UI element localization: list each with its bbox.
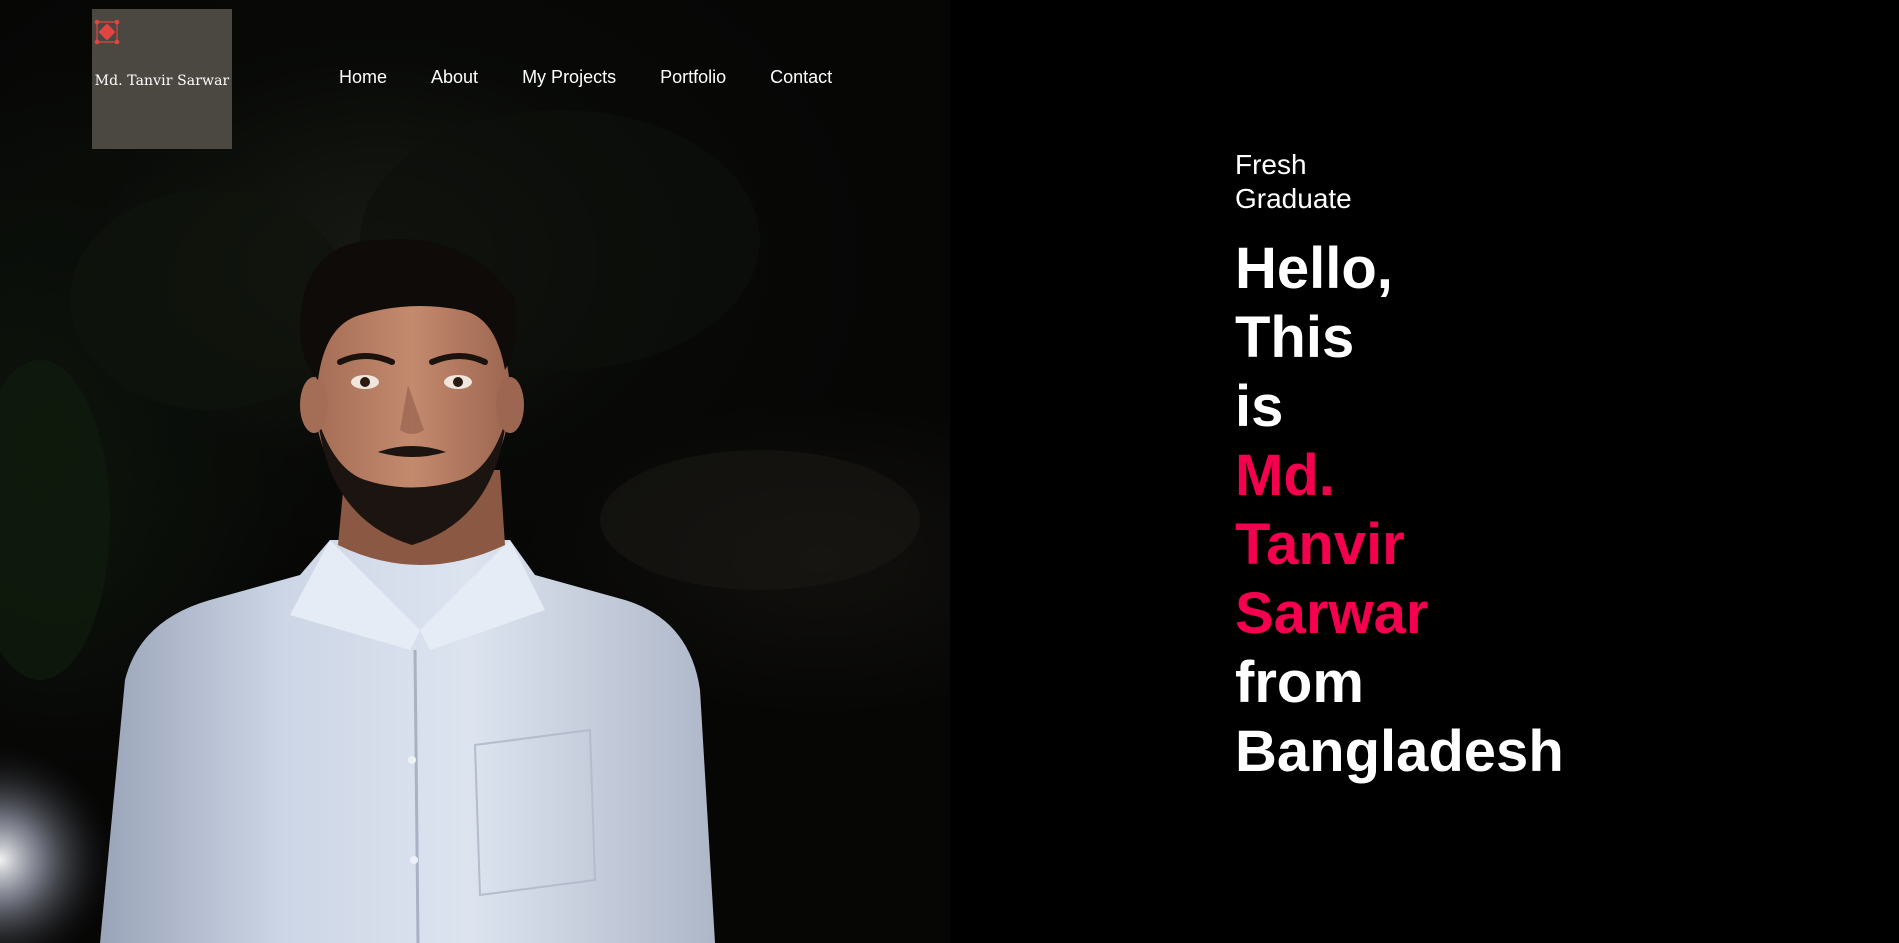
headline-line: This xyxy=(1235,305,1355,370)
nav-about[interactable]: About xyxy=(431,67,478,88)
headline-line: is xyxy=(1235,374,1284,439)
subtitle-line: Graduate xyxy=(1235,183,1352,214)
logo-text: Md. Tanvir Sarwar xyxy=(94,73,230,89)
name-line: Tanvir xyxy=(1235,512,1405,577)
subtitle-line: Fresh xyxy=(1235,149,1307,180)
headline-line: from xyxy=(1235,650,1364,715)
name-line: Md. xyxy=(1235,443,1335,508)
hero-headline: Hello, This is Md. Tanvir Sarwar from Ba… xyxy=(1235,234,1564,786)
page: Md. Tanvir Sarwar Home About My Projects… xyxy=(0,0,1899,943)
nav-my-projects[interactable]: My Projects xyxy=(522,67,616,88)
main-nav: Home About My Projects Portfolio Contact xyxy=(339,67,832,88)
diamond-network-icon xyxy=(94,19,120,45)
hero-photo: Md. Tanvir Sarwar Home About My Projects… xyxy=(0,0,950,943)
headline-line: Bangladesh xyxy=(1235,719,1564,784)
hero-subtitle: Fresh Graduate xyxy=(1235,148,1564,216)
headline-line: Hello, xyxy=(1235,236,1393,301)
nav-portfolio[interactable]: Portfolio xyxy=(660,67,726,88)
nav-contact[interactable]: Contact xyxy=(770,67,832,88)
hero-text: Fresh Graduate Hello, This is Md. Tanvir… xyxy=(1235,148,1564,786)
nav-home[interactable]: Home xyxy=(339,67,387,88)
site-logo[interactable]: Md. Tanvir Sarwar xyxy=(92,9,232,149)
name-line: Sarwar xyxy=(1235,581,1429,646)
